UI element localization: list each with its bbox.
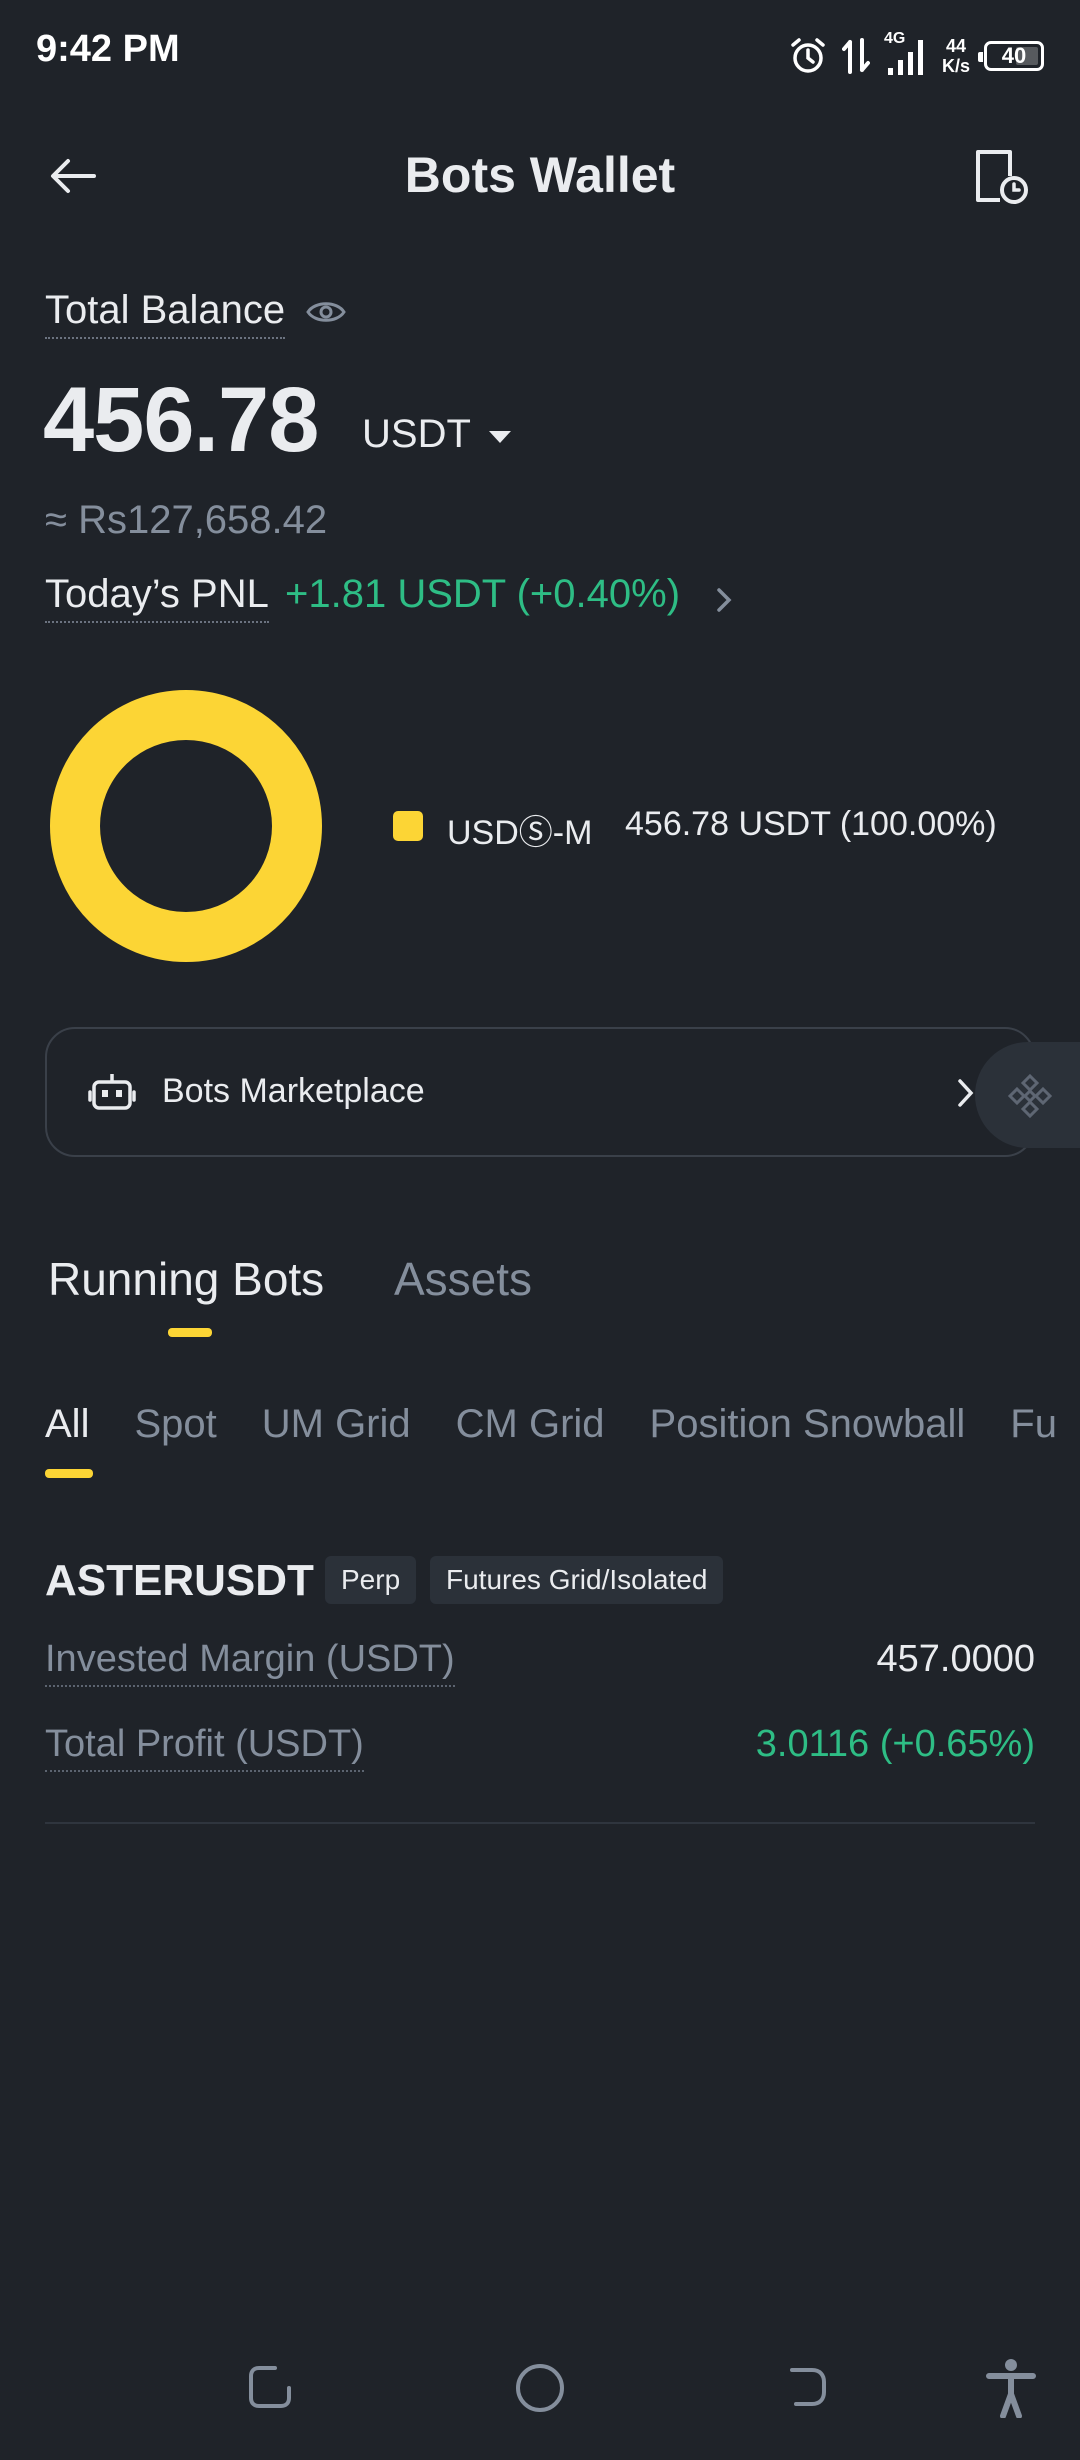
fiat-equivalent: ≈ Rs127,658.42: [45, 498, 328, 542]
chevron-right-icon: [958, 1079, 974, 1107]
total-balance-label[interactable]: Total Balance: [45, 288, 286, 339]
status-icons: 4G 44 K/s 40: [788, 28, 1044, 84]
filter-futures-truncated[interactable]: Fu: [1010, 1402, 1057, 1447]
caret-down-icon: [488, 430, 511, 443]
pnl-label[interactable]: Today’s PNL: [45, 572, 269, 623]
total-profit-value: 3.0116 (+0.65%): [755, 1723, 1035, 1765]
balance-amount: 456.78: [43, 369, 319, 471]
filter-all[interactable]: All: [45, 1402, 89, 1447]
currency-selector[interactable]: USDT: [362, 412, 511, 457]
filter-position-snowball[interactable]: Position Snowball: [650, 1402, 966, 1447]
bot-type-filters: All Spot UM Grid CM Grid Position Snowba…: [45, 1402, 1057, 1447]
invested-margin-value: 457.0000: [876, 1638, 1036, 1680]
alarm-icon: [791, 38, 825, 73]
donut-segment-usd-m: [50, 690, 322, 962]
tab-assets[interactable]: Assets: [394, 1252, 532, 1306]
legend-swatch: [393, 811, 423, 841]
recent-apps-icon[interactable]: [245, 2362, 295, 2412]
filter-spot[interactable]: Spot: [134, 1402, 216, 1447]
total-profit-label[interactable]: Total Profit (USDT): [45, 1723, 364, 1772]
invested-margin-label[interactable]: Invested Margin (USDT): [45, 1638, 455, 1687]
page-title: Bots Wallet: [404, 147, 676, 203]
home-icon[interactable]: [514, 2362, 566, 2414]
chevron-right-icon[interactable]: [712, 580, 738, 620]
active-tab-indicator: [168, 1328, 212, 1337]
allocation-donut-chart: [50, 690, 322, 962]
tag-bot-type: Futures Grid/Isolated: [430, 1556, 724, 1604]
data-transfer-icon: [841, 38, 870, 74]
pnl-value[interactable]: +1.81 USDT (+0.40%): [285, 572, 680, 617]
marketplace-label: Bots Marketplace: [162, 1072, 425, 1110]
speed-value: 44: [945, 36, 966, 56]
eye-icon[interactable]: [305, 294, 347, 330]
document-clock-icon[interactable]: [970, 146, 1030, 206]
divider: [45, 1822, 1035, 1824]
binance-logo-icon: [1007, 1073, 1053, 1119]
signal-icon: 4G: [884, 30, 928, 78]
tab-running-bots[interactable]: Running Bots: [48, 1252, 324, 1306]
status-time: 9:42 PM: [36, 28, 180, 70]
battery-icon: 40: [978, 41, 1044, 71]
bot-symbol[interactable]: ASTERUSDT: [45, 1556, 314, 1606]
currency-label: USDT: [362, 412, 471, 456]
speed-unit: K/s: [941, 56, 970, 76]
legend-name: USDⓈ-M: [447, 814, 593, 852]
battery-level: 40: [1001, 43, 1027, 68]
legend-value: 456.78 USDT (100.00%): [625, 805, 997, 843]
tag-perp: Perp: [325, 1556, 417, 1604]
filter-um-grid[interactable]: UM Grid: [262, 1402, 411, 1447]
robot-icon: [88, 1074, 136, 1110]
system-back-icon[interactable]: [782, 2362, 832, 2412]
active-filter-indicator: [45, 1469, 93, 1478]
network-speed: 44 K/s: [942, 36, 970, 76]
filter-cm-grid[interactable]: CM Grid: [456, 1402, 605, 1447]
accessibility-icon[interactable]: [985, 2358, 1037, 2418]
